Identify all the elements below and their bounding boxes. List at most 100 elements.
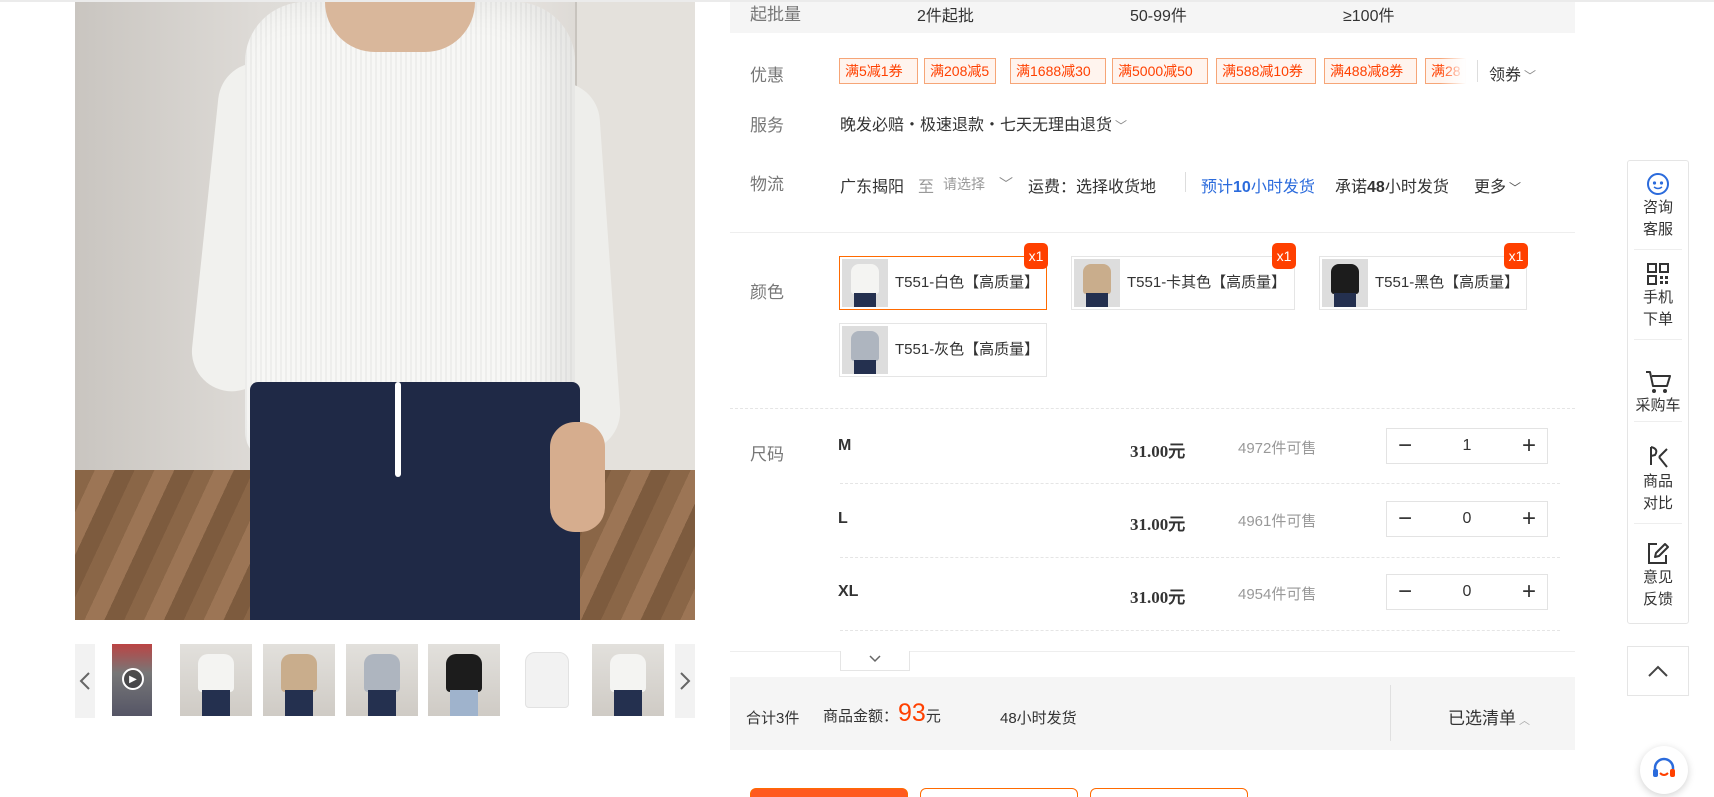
estimate-prefix: 预计 <box>1201 179 1234 196</box>
quantity-value[interactable]: 0 <box>1423 510 1511 528</box>
color-option-label: T551-灰色【高质量】 <box>895 341 1040 358</box>
cart-icon <box>1646 371 1671 393</box>
amount-unit: 元 <box>925 708 941 725</box>
coupon-tag[interactable]: 满588减10券 <box>1216 58 1316 84</box>
coupon-tag[interactable]: 满5减1券 <box>839 58 918 84</box>
discount-label: 优惠 <box>750 66 784 85</box>
origin-city: 广东揭阳 <box>840 179 905 196</box>
size-name: L <box>838 510 848 527</box>
thumbnail-white[interactable] <box>180 644 252 716</box>
chevron-down-icon: ﹀ <box>1509 181 1522 195</box>
coupon-tag[interactable]: 满5000减50 <box>1112 58 1208 84</box>
estimate-hours: 10 <box>1233 179 1251 196</box>
selected-list-button[interactable]: 已选清单 ︿ <box>1448 704 1530 729</box>
thumbnail-strip: ▶ <box>75 644 695 718</box>
minus-button[interactable]: − <box>1387 429 1423 463</box>
qr-code-icon <box>1647 263 1669 285</box>
plus-button[interactable]: + <box>1511 429 1547 463</box>
chevron-down-icon: ﹀ <box>999 176 1013 192</box>
promise-ship: 承诺48小时发货 <box>1335 173 1449 197</box>
estimate-ship: 预计10小时发货 <box>1201 173 1315 197</box>
size-name: M <box>838 437 852 454</box>
divider <box>1634 523 1682 524</box>
thumbnail-white-flat[interactable] <box>511 644 583 716</box>
color-option-black[interactable]: T551-黑色【高质量】 x1 <box>1319 243 1528 310</box>
to-text: 至 <box>918 179 935 196</box>
quantity-badge: x1 <box>1504 243 1528 269</box>
total-count: 合计3件 <box>746 710 800 727</box>
quantity-value[interactable]: 0 <box>1423 583 1511 601</box>
coupon-tag[interactable]: 满208减5 <box>924 58 996 84</box>
plus-button[interactable]: + <box>1511 502 1547 536</box>
size-stock: 4961件可售 <box>1238 513 1317 530</box>
size-price: 31.00元 <box>1130 442 1186 461</box>
quantity-value[interactable]: 1 <box>1423 437 1511 455</box>
model-hand <box>550 422 605 532</box>
expand-sizes-button[interactable] <box>840 651 910 671</box>
headset-icon <box>1653 757 1675 777</box>
chevron-left-icon[interactable] <box>75 644 95 718</box>
color-option-khaki[interactable]: T551-卡其色【高质量】 x1 <box>1071 243 1296 310</box>
thumbnail-white-alt[interactable] <box>592 644 664 716</box>
compare-button[interactable]: 商品 对比 <box>1628 445 1688 515</box>
thumbnail-khaki[interactable] <box>263 644 335 716</box>
service-info[interactable]: 晚发必赔・极速退款・七天无理由退货 ﹀ <box>840 111 1127 135</box>
buy-now-button[interactable] <box>750 788 908 797</box>
sidebar-label: 意见 <box>1642 569 1673 586</box>
logistics-more-button[interactable]: 更多 ﹀ <box>1474 173 1521 197</box>
quantity-badge: x1 <box>1272 243 1296 269</box>
chevron-up-icon: ︿ <box>1519 715 1530 727</box>
row-divider <box>840 483 1560 484</box>
divider <box>1477 60 1478 82</box>
add-to-cart-button[interactable] <box>920 788 1078 797</box>
sidebar-label: 下单 <box>1642 311 1673 328</box>
moq-row: 起批量 2件起批 50-99件 ≥100件 <box>730 2 1575 33</box>
promise-suffix: 小时发货 <box>1384 179 1449 196</box>
claim-coupon-button[interactable]: 领券 ﹀ <box>1489 61 1536 85</box>
order-summary-bar: 合计3件 商品金额：93元 48小时发货 已选清单 ︿ <box>730 677 1575 750</box>
purchase-cart-button[interactable]: 采购车 <box>1628 369 1688 417</box>
amount-label: 商品金额： <box>823 708 899 725</box>
mobile-order-button[interactable]: 手机 下单 <box>1628 261 1688 331</box>
amount-group: 商品金额：93元 <box>823 699 941 728</box>
sidebar-label: 手机 <box>1642 289 1673 306</box>
color-option-label: T551-白色【高质量】 <box>895 274 1040 291</box>
divider <box>1634 339 1682 340</box>
coupon-tag[interactable]: 满488减8券 <box>1324 58 1417 84</box>
main-product-image[interactable] <box>75 2 695 620</box>
color-thumbnail <box>842 326 888 374</box>
coupon-tag[interactable]: 满1688减30 <box>1010 58 1106 84</box>
customer-service-button[interactable]: 咨询 客服 <box>1628 171 1688 241</box>
thumbnail-video[interactable]: ▶ <box>112 644 152 716</box>
chevron-right-icon[interactable] <box>675 644 695 718</box>
moq-tier-1: 2件起批 <box>917 8 974 25</box>
color-option-gray[interactable]: T551-灰色【高质量】 <box>839 323 1047 377</box>
ship-time: 48小时发货 <box>1000 710 1077 727</box>
minus-button[interactable]: − <box>1387 575 1423 609</box>
moq-tier-3: ≥100件 <box>1343 8 1395 25</box>
minus-button[interactable]: − <box>1387 502 1423 536</box>
feedback-button[interactable]: 意见 反馈 <box>1628 541 1688 611</box>
back-to-top-button[interactable] <box>1627 646 1689 696</box>
thumbnail-gray[interactable] <box>346 644 418 716</box>
divider <box>1634 249 1682 250</box>
thumbnail-black[interactable] <box>428 644 500 716</box>
color-label: 颜色 <box>750 283 784 302</box>
destination-select[interactable]: 请选择 ﹀ <box>943 174 1013 194</box>
logistics-more-label: 更多 <box>1474 179 1507 196</box>
color-option-white[interactable]: T551-白色【高质量】 x1 <box>839 243 1048 310</box>
online-service-button[interactable] <box>1640 746 1688 794</box>
color-option-label: T551-黑色【高质量】 <box>1375 274 1520 291</box>
color-thumbnail <box>1322 259 1368 307</box>
estimate-suffix: 小时发货 <box>1250 179 1315 196</box>
sidebar-label: 对比 <box>1642 495 1673 512</box>
plus-button[interactable]: + <box>1511 575 1547 609</box>
size-price: 31.00元 <box>1130 515 1186 534</box>
secondary-action-button[interactable] <box>1090 788 1248 797</box>
amount-value: 93 <box>898 699 926 727</box>
drawstring <box>395 382 401 477</box>
chevron-down-icon: ﹀ <box>1115 119 1128 133</box>
size-name: XL <box>838 583 859 600</box>
promise-prefix: 承诺 <box>1335 179 1368 196</box>
color-thumbnail <box>842 259 888 307</box>
